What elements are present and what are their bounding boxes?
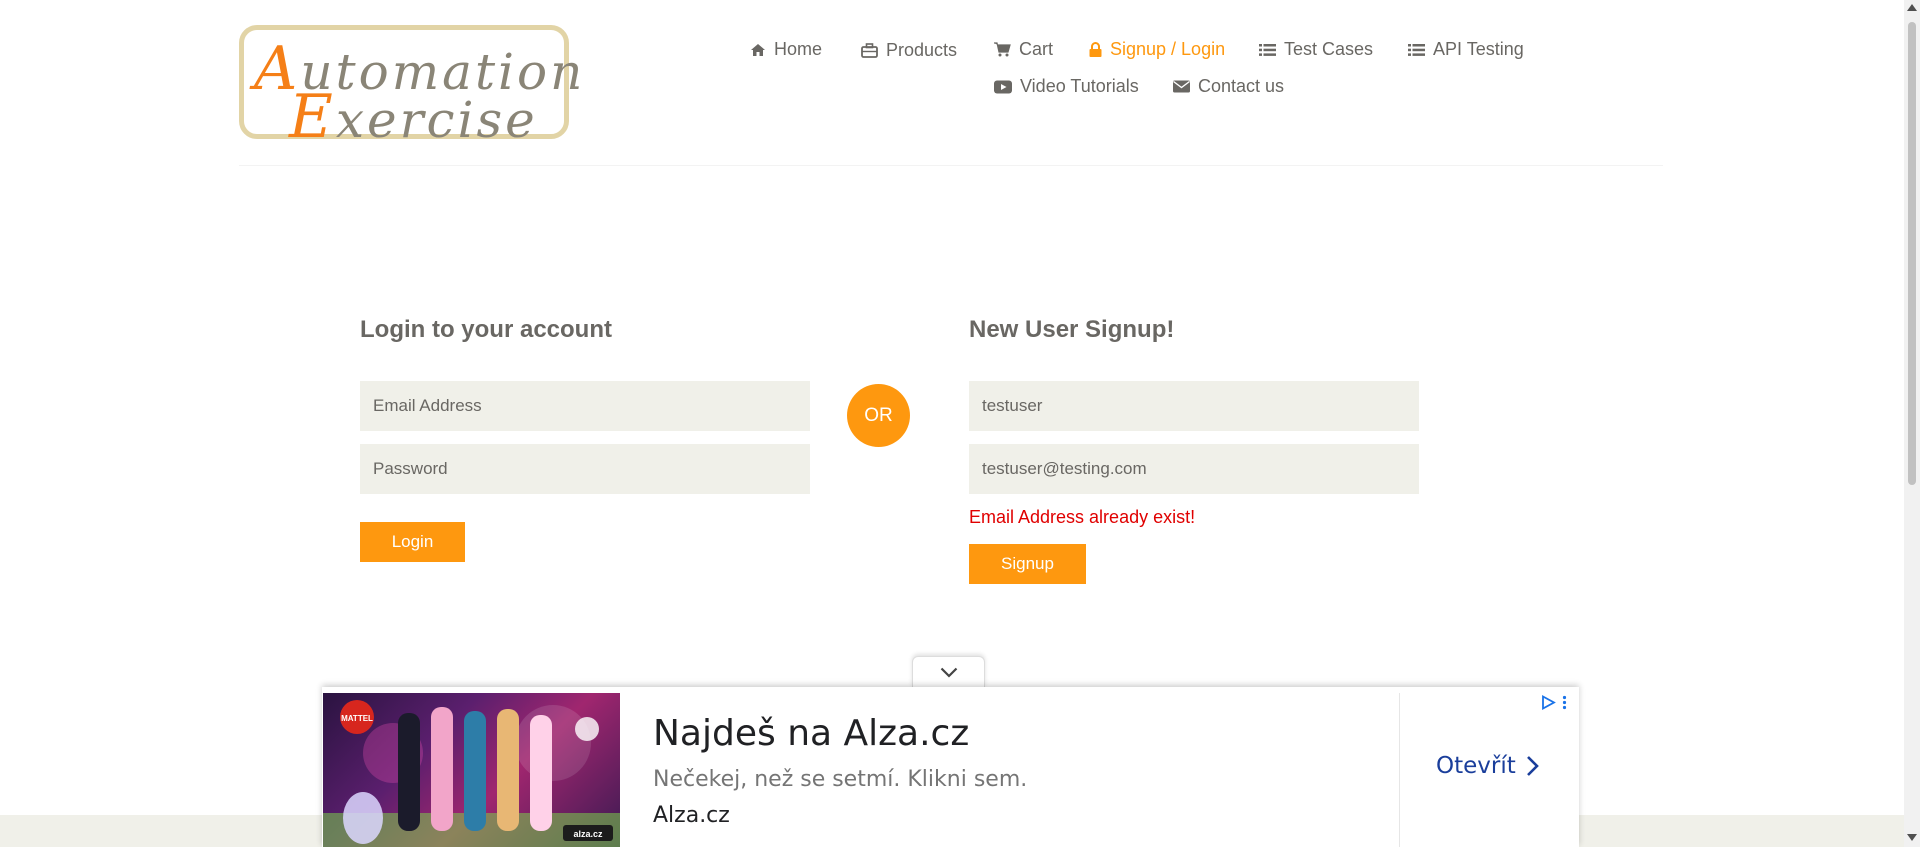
envelope-icon	[1173, 80, 1190, 93]
chevron-right-icon	[1526, 756, 1539, 776]
list-icon	[1259, 43, 1276, 56]
nav-label: Signup / Login	[1110, 39, 1226, 59]
home-icon	[751, 43, 765, 56]
logo-text-2: xercise	[335, 91, 538, 149]
header-divider	[239, 165, 1663, 166]
nav-item-products[interactable]: Products	[861, 40, 957, 61]
ad-collapse-toggle[interactable]	[912, 656, 985, 688]
nav-label: Video Tutorials	[1020, 76, 1139, 96]
alza-logo-text: alza.cz	[573, 829, 603, 839]
ad-description[interactable]: Nečekej, než se setmí. Klikni sem.	[653, 767, 1027, 792]
nav-label: Home	[774, 39, 823, 59]
ad-banner[interactable]: MATTEL alza.cz Najdeš na Alza.cz Nečekej…	[322, 687, 1579, 847]
scroll-thumb[interactable]	[1908, 22, 1916, 485]
logo-line-2: Exercise	[289, 82, 538, 152]
lock-icon	[1089, 42, 1102, 57]
ad-image[interactable]: MATTEL alza.cz	[323, 693, 620, 847]
nav-item-video-tutorials[interactable]: Video Tutorials	[994, 76, 1139, 97]
ad-title[interactable]: Najdeš na Alza.cz	[653, 713, 969, 754]
mattel-badge-text: MATTEL	[341, 714, 373, 723]
more-options-icon[interactable]	[1562, 695, 1567, 710]
signup-error-message: Email Address already exist!	[969, 507, 1196, 527]
cart-icon	[994, 42, 1011, 57]
ad-domain[interactable]: Alza.cz	[653, 803, 730, 828]
ad-divider	[1399, 693, 1400, 847]
nav-item-cart[interactable]: Cart	[994, 39, 1053, 60]
nav-label: Products	[886, 40, 958, 60]
nav-label: Cart	[1019, 39, 1054, 59]
briefcase-icon	[861, 43, 878, 58]
signup-title: New User Signup!	[969, 316, 1175, 343]
scroll-down-arrow[interactable]	[1907, 834, 1917, 841]
or-divider: OR	[847, 384, 910, 447]
chevron-down-icon	[940, 667, 957, 678]
signup-button[interactable]: Signup	[969, 544, 1086, 584]
vertical-scrollbar[interactable]	[1904, 0, 1920, 847]
nav-label: Contact us	[1198, 76, 1285, 96]
signup-email-input[interactable]	[969, 444, 1419, 494]
nav-label: Test Cases	[1284, 39, 1374, 59]
site-logo[interactable]: Automation Exercise	[239, 25, 582, 152]
logo-cap-e: E	[289, 82, 336, 152]
scroll-up-arrow[interactable]	[1907, 4, 1917, 11]
list-icon	[1408, 43, 1425, 56]
nav-item-signup-login[interactable]: Signup / Login	[1089, 39, 1225, 60]
nav-item-api-testing[interactable]: API Testing	[1408, 39, 1524, 60]
youtube-play-icon	[994, 80, 1012, 93]
ad-open-button[interactable]: Otevřít	[1436, 753, 1540, 779]
ad-info-controls	[1541, 695, 1567, 710]
login-email-input[interactable]	[360, 381, 810, 431]
nav-item-contact-us[interactable]: Contact us	[1173, 76, 1284, 97]
login-title: Login to your account	[360, 316, 612, 343]
nav-item-home[interactable]: Home	[750, 39, 822, 60]
nav-item-test-cases[interactable]: Test Cases	[1259, 39, 1373, 60]
ad-dolls-image: MATTEL alza.cz	[323, 700, 620, 847]
site-header: Automation Exercise Home Products Cart S…	[0, 0, 1904, 166]
login-button[interactable]: Login	[360, 522, 465, 562]
ad-open-label: Otevřít	[1436, 753, 1516, 779]
signup-name-input[interactable]	[969, 381, 1419, 431]
nav-label: API Testing	[1433, 39, 1524, 59]
login-password-input[interactable]	[360, 444, 810, 494]
adchoices-icon[interactable]	[1541, 695, 1556, 710]
